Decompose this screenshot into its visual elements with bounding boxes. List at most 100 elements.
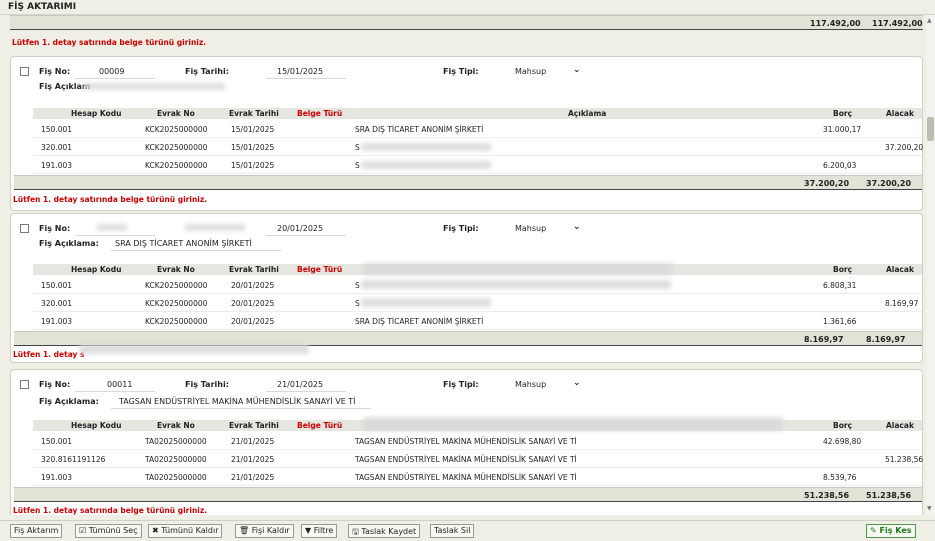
fis-aktarim-button[interactable]: Fiş Aktarım [10,524,63,538]
unselect-all-button[interactable]: ✖ Tümünü Kaldır [148,524,223,538]
table-row[interactable]: 150.001 KCK2025000000 15/01/2025 SRA DIŞ… [33,121,922,138]
voucher-total-row: 51.238,56 51.238,56 [14,487,922,502]
col-hesap-kodu: Hesap Kodu [71,421,122,430]
aciklama: SRA DIŞ TİCARET ANONİM ŞİRKETİ [355,317,484,326]
redacted-text [361,298,491,307]
table-row[interactable]: 191.003 TA02025000000 21/01/2025 TAGSAN … [33,469,922,486]
alacak: 37.200,20 [885,143,924,152]
evrak-no: TA02025000000 [145,455,207,464]
fis-tarihi-value[interactable]: 21/01/2025 [277,380,323,389]
fis-aciklama-value[interactable]: SRA DIŞ TİCARET ANONİM ŞİRKETİ [115,239,252,248]
fis-tarihi-value[interactable]: 15/01/2025 [277,67,323,76]
fis-tipi-label: Fiş Tipi: [443,380,479,389]
scroll-down-icon[interactable]: ▼ [927,505,932,512]
voucher-card: Fiş No: 00009 Fiş Tarihi: 15/01/2025 Fiş… [10,56,923,211]
col-alacak: Alacak [886,109,914,118]
fis-no-value[interactable]: 00011 [107,380,132,389]
col-belge-turu: Belge Türü [297,109,343,118]
scrollbar-thumb[interactable] [927,117,934,141]
fis-aciklama-label: Fiş Açıklama: [39,239,99,248]
aciklama: S [355,161,360,170]
aciklama: TAGSAN ENDÜSTRİYEL MAKİNA MÜHENDİSLİK SA… [355,455,577,464]
grand-total-alacak: 117.492,00 [872,19,923,28]
trash-icon: 🗑 [239,526,250,535]
unselect-all-label: Tümünü Kaldır [161,526,219,535]
col-belge-turu: Belge Türü [297,265,343,274]
fis-kes-button[interactable]: ✎ Fiş Kes [866,524,916,538]
borc: 42.698,80 [823,437,862,446]
total-borc: 8.169,97 [804,335,844,344]
col-borc: Borç [833,421,853,430]
grand-total-borc: 117.492,00 [810,19,861,28]
borc: 1.361,66 [823,317,857,326]
title-bar: FİŞ AKTARIMI [0,0,935,15]
fis-tipi-value[interactable]: Mahsup [515,380,546,389]
redacted-text [185,224,245,231]
fis-tipi-label: Fiş Tipi: [443,67,479,76]
page-title: FİŞ AKTARIMI [8,2,77,12]
fis-tarihi-value[interactable]: 20/01/2025 [277,224,323,233]
filter-button[interactable]: ▼ Filtre [301,524,338,538]
evrak-tarihi: 21/01/2025 [231,473,275,482]
fis-aciklama-value[interactable]: TAGSAN ENDÜSTRİYEL MAKİNA MÜHENDİSLİK SA… [119,397,356,406]
col-borc: Borç [833,265,853,274]
aciklama: S [355,143,360,152]
fis-tipi-value[interactable]: Mahsup [515,224,546,233]
evrak-tarihi: 20/01/2025 [231,317,275,326]
evrak-no: TA02025000000 [145,437,207,446]
checkbox-icon[interactable] [20,67,29,76]
scroll-up-icon[interactable]: ▲ [927,17,932,24]
table-row[interactable]: 191.003 KCK2025000000 20/01/2025 SRA DIŞ… [33,313,922,330]
total-borc: 37.200,20 [804,179,850,188]
col-hesap-kodu: Hesap Kodu [71,265,122,274]
col-belge-turu: Belge Türü [297,421,343,430]
table-row[interactable]: 320.8161191126 TA02025000000 21/01/2025 … [33,451,924,468]
remove-voucher-button[interactable]: 🗑 Fişi Kaldır [235,524,294,538]
x-icon: ✖ [152,526,159,535]
evrak-no: KCK2025000000 [145,281,208,290]
error-message: Lütfen 1. detay satırında belge türünü g… [13,506,208,515]
redacted-text [361,143,491,151]
save-draft-button[interactable]: 🖫 Taslak Kaydet [348,524,421,538]
hesap-kodu: 150.001 [41,281,73,290]
evrak-tarihi: 15/01/2025 [231,143,275,152]
chevron-down-icon[interactable]: ⌄ [573,378,581,388]
delete-draft-button[interactable]: Taslak Sil [430,524,475,538]
table-row[interactable]: 150.001 TA02025000000 21/01/2025 TAGSAN … [33,433,922,450]
save-draft-label: Taslak Kaydet [361,527,417,536]
hesap-kodu: 191.003 [41,473,73,482]
col-aciklama: Açıklama [568,109,607,118]
evrak-no: KCK2025000000 [145,125,208,134]
aciklama: SRA DIŞ TİCARET ANONİM ŞİRKETİ [355,125,484,134]
select-all-label: Tümünü Seç [88,526,138,535]
fis-no-label: Fiş No: [39,67,71,76]
remove-voucher-label: Fişi Kaldır [251,526,290,535]
evrak-tarihi: 21/01/2025 [231,455,275,464]
aciklama: TAGSAN ENDÜSTRİYEL MAKİNA MÜHENDİSLİK SA… [355,437,577,446]
redacted-text [361,280,671,289]
select-all-button[interactable]: ☑ Tümünü Seç [75,524,142,538]
checkbox-icon[interactable] [20,224,29,233]
evrak-no: KCK2025000000 [145,317,208,326]
table-header: Hesap Kodu Evrak No Evrak Tarihi Belge T… [33,108,922,119]
col-evrak-no: Evrak No [157,265,195,274]
total-borc: 51.238,56 [804,491,850,500]
chevron-down-icon[interactable]: ⌄ [573,65,581,75]
chevron-down-icon[interactable]: ⌄ [573,222,581,232]
aciklama: TAGSAN ENDÜSTRİYEL MAKİNA MÜHENDİSLİK SA… [355,473,577,482]
total-alacak: 37.200,20 [866,179,912,188]
alacak: 51.238,56 [885,455,924,464]
borc: 6.808,31 [823,281,857,290]
total-alacak: 8.169,97 [866,335,906,344]
vertical-scrollbar[interactable]: ▲ ▼ [926,15,935,515]
checkbox-icon[interactable] [20,380,29,389]
redacted-text [363,263,673,275]
voucher-card: Fiş No: 20/01/2025 Fiş Tipi: Mahsup ⌄ Fi… [10,213,923,363]
hesap-kodu: 320.8161191126 [41,455,106,464]
save-icon: 🖫 [352,527,359,536]
fis-no-value: 00009 [99,67,125,76]
evrak-tarihi: 20/01/2025 [231,281,275,290]
fis-tipi-value[interactable]: Mahsup [515,67,546,76]
total-alacak: 51.238,56 [866,491,912,500]
aciklama: S [355,281,360,290]
